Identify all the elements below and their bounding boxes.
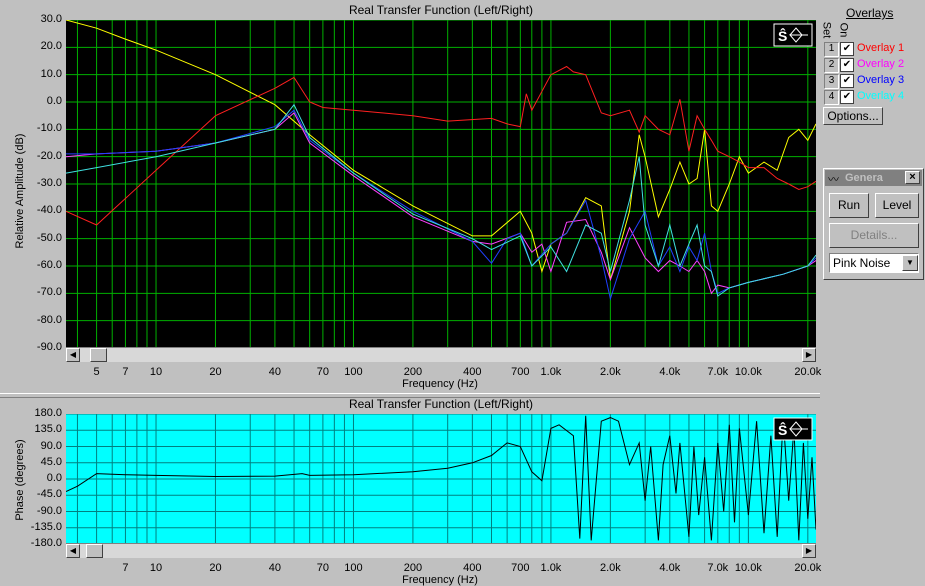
overlay-checkbox[interactable]: ✔ [840, 58, 854, 72]
y-tick-label: -45.0 [36, 488, 62, 501]
y-tick-label: 45.0 [40, 455, 62, 468]
phase-plot[interactable]: Ŝ [66, 414, 816, 544]
y-tick-label: 180.0 [34, 407, 62, 419]
y-tick-label: 20.0 [40, 40, 62, 53]
y-tick-label: -135.0 [30, 520, 62, 533]
sweep-logo-icon: Ŝ [773, 23, 813, 47]
scroll-thumb[interactable] [90, 348, 107, 362]
close-icon[interactable]: × [905, 171, 920, 184]
top-chart-title: Real Transfer Function (Left/Right) [348, 3, 534, 17]
overlay-label: Overlay 3 [857, 74, 905, 86]
scroll-right-button[interactable]: ▶ [802, 348, 816, 362]
overlay-set-button[interactable]: 3 [824, 74, 839, 89]
x-tick-label: 2.0k [599, 366, 621, 378]
generator-icon: 〰 [828, 174, 839, 186]
x-tick-label: 40 [268, 366, 282, 378]
x-tick-label: 200 [403, 562, 423, 574]
x-tick-label: 400 [463, 562, 482, 574]
scroll-left-button[interactable]: ◀ [66, 348, 80, 362]
signal-value: Pink Noise [833, 256, 891, 270]
x-tick-label: 2.0k [599, 562, 621, 574]
level-button[interactable]: Level [875, 193, 919, 218]
overlay-row-3: 3 ✔ Overlay 3 [824, 74, 924, 89]
x-tick-label: 20 [209, 366, 222, 378]
x-tick-label: 100 [344, 366, 363, 378]
x-tick-label: 1.0k [540, 562, 562, 574]
y-tick-label: -10.0 [36, 122, 62, 135]
x-tick-label: 10.0k [734, 366, 762, 378]
amplitude-plot[interactable]: Ŝ [66, 20, 816, 348]
overlay-checkbox[interactable]: ✔ [840, 90, 854, 104]
y-tick-label: 0.0 [46, 472, 62, 484]
x-tick-label: 20 [209, 562, 222, 574]
y-tick-label: -60.0 [36, 259, 62, 271]
overlays-col-on: On [837, 22, 850, 38]
overlay-set-button[interactable]: 4 [824, 90, 839, 105]
sweep-logo-icon: Ŝ [773, 417, 813, 441]
top-chart-scrollbar[interactable]: ◀ ▶ [66, 347, 816, 362]
y-tick-label: 90.0 [40, 439, 62, 452]
top-chart-xlabel: Frequency (Hz) [402, 378, 478, 390]
scroll-thumb[interactable] [86, 544, 103, 558]
y-tick-label: -180.0 [30, 537, 62, 549]
x-tick-label: 200 [403, 366, 423, 378]
y-tick-label: -80.0 [36, 313, 62, 326]
x-tick-label: 20.0k [794, 366, 822, 378]
x-tick-label: 10 [149, 366, 163, 378]
overlay-checkbox[interactable]: ✔ [840, 42, 854, 56]
generator-title: Genera [845, 172, 883, 184]
generator-titlebar[interactable]: 〰 Genera × [825, 170, 922, 186]
chevron-down-icon[interactable]: ▼ [902, 255, 918, 271]
svg-text:Ŝ: Ŝ [778, 421, 787, 438]
overlay-row-4: 4 ✔ Overlay 4 [824, 90, 924, 105]
overlay-set-button[interactable]: 1 [824, 42, 839, 57]
y-tick-label: -50.0 [36, 231, 62, 244]
options-button[interactable]: Options... [823, 107, 883, 125]
overlay-row-1: 1 ✔ Overlay 1 [824, 42, 924, 57]
x-tick-label: 4.0k [659, 562, 681, 574]
x-tick-label: 400 [463, 366, 482, 378]
y-tick-label: -40.0 [36, 204, 62, 217]
bottom-chart-scrollbar[interactable]: ◀ ▶ [66, 543, 816, 558]
y-tick-label: -90.0 [36, 341, 62, 353]
overlays-col-set: Set [820, 21, 833, 39]
details-button[interactable]: Details... [829, 223, 919, 248]
overlay-label: Overlay 1 [857, 42, 905, 54]
overlay-checkbox[interactable]: ✔ [840, 74, 854, 88]
scroll-left-button[interactable]: ◀ [66, 544, 80, 558]
x-tick-label: 4.0k [659, 366, 681, 378]
x-tick-label: 20.0k [794, 562, 822, 574]
y-tick-label: 0.0 [46, 95, 62, 107]
svg-text:Ŝ: Ŝ [778, 27, 787, 44]
scroll-right-button[interactable]: ▶ [802, 544, 816, 558]
y-tick-label: 135.0 [34, 423, 62, 436]
y-tick-label: 10.0 [40, 67, 62, 80]
y-tick-label: -70.0 [36, 286, 62, 299]
y-tick-label: -90.0 [36, 504, 62, 517]
overlay-label: Overlay 4 [857, 90, 905, 102]
run-button[interactable]: Run [829, 193, 869, 218]
x-tick-label: 100 [344, 562, 363, 574]
y-tick-label: 30.0 [40, 13, 62, 25]
x-tick-label: 1.0k [540, 366, 562, 378]
bottom-chart-xlabel: Frequency (Hz) [402, 574, 478, 586]
bottom-chart-title: Real Transfer Function (Left/Right) [348, 397, 534, 411]
y-tick-label: -30.0 [36, 177, 62, 189]
signal-select[interactable]: Pink Noise ▼ [829, 253, 919, 273]
overlay-label: Overlay 2 [857, 58, 905, 70]
overlay-set-button[interactable]: 2 [824, 58, 839, 73]
x-tick-label: 40 [268, 562, 282, 574]
overlays-title: Overlays [846, 6, 894, 20]
overlay-row-2: 2 ✔ Overlay 2 [824, 58, 924, 73]
x-tick-label: 10 [149, 562, 163, 574]
y-tick-label: -20.0 [36, 149, 62, 162]
generator-panel: 〰 Genera × Run Level Details... Pink Noi… [823, 168, 924, 280]
x-tick-label: 10.0k [734, 562, 762, 574]
